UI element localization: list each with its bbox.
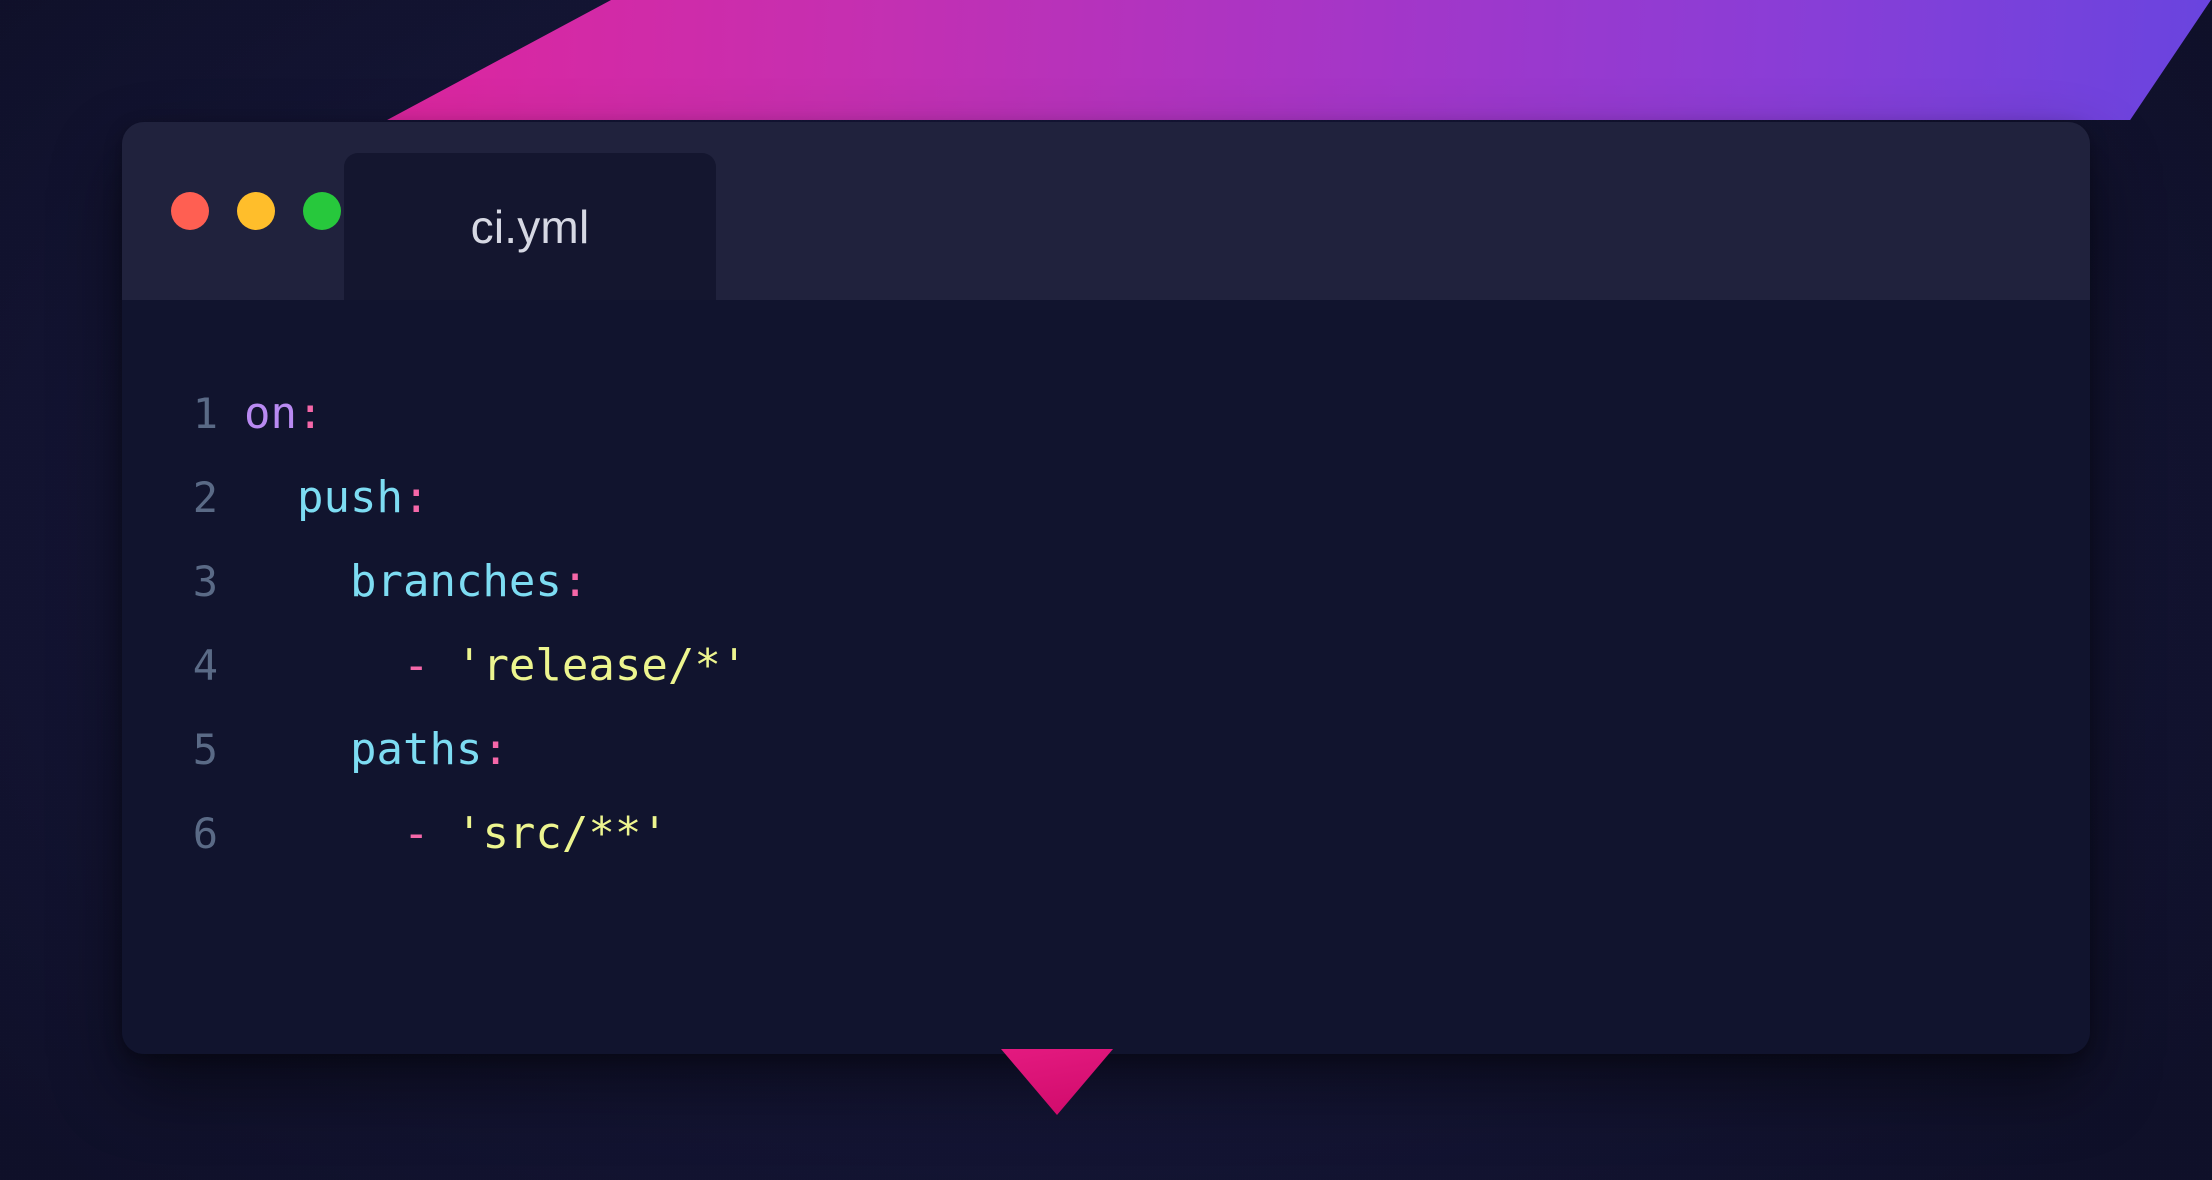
screenshot-stage: ci.yml 1 on: 2 push: 3 branches: 4 - 'releas… [0,0,2212,1180]
line-number: 2 [192,473,218,522]
code-line-text: - 'src/**' [244,792,668,876]
code-line-text: - 'release/*' [244,624,747,708]
code-token: : [402,472,430,523]
code-line-text: push: [244,456,429,540]
code-token: : [482,724,509,775]
tab-strip: ci.yml [344,122,2090,300]
code-token: paths [349,724,483,775]
code-token: : [561,556,589,607]
code-editor-body[interactable]: 1 on: 2 push: 3 branches: 4 - 'release/*' 5 p… [122,300,2090,1054]
line-number: 6 [192,809,218,858]
window-titlebar: ci.yml [122,122,2090,300]
code-line-text: branches: [244,540,588,624]
code-token: on [244,388,297,439]
code-line: 1 on: [122,372,2090,456]
traffic-light-controls [122,122,344,300]
line-number: 4 [192,641,218,690]
maximize-button[interactable] [303,192,341,230]
code-editor-window: ci.yml 1 on: 2 push: 3 branches: 4 - 'releas… [122,122,2090,1054]
code-token: 'src/**' [455,808,668,859]
minimize-button[interactable] [237,192,275,230]
code-line: 6 - 'src/**' [122,792,2090,876]
code-token: - [402,808,430,859]
code-token: branches [349,556,562,607]
line-number: 5 [192,725,218,774]
tab-label: ci.yml [470,200,590,253]
code-token: : [296,388,324,439]
code-token: 'release/*' [455,640,748,691]
code-line: 3 branches: [122,540,2090,624]
close-button[interactable] [171,192,209,230]
code-line-text: on: [244,372,323,456]
code-line: 4 - 'release/*' [122,624,2090,708]
code-line: 2 push: [122,456,2090,540]
code-token: - [402,640,430,691]
code-line-text: paths: [244,708,509,792]
code-lines: 1 on: 2 push: 3 branches: 4 - 'release/*' 5 p… [122,372,2090,876]
line-number: 1 [192,389,218,438]
line-number: 3 [192,557,218,606]
code-line: 5 paths: [122,708,2090,792]
tab-ci-yml[interactable]: ci.yml [344,153,716,300]
code-token: push [296,472,403,523]
